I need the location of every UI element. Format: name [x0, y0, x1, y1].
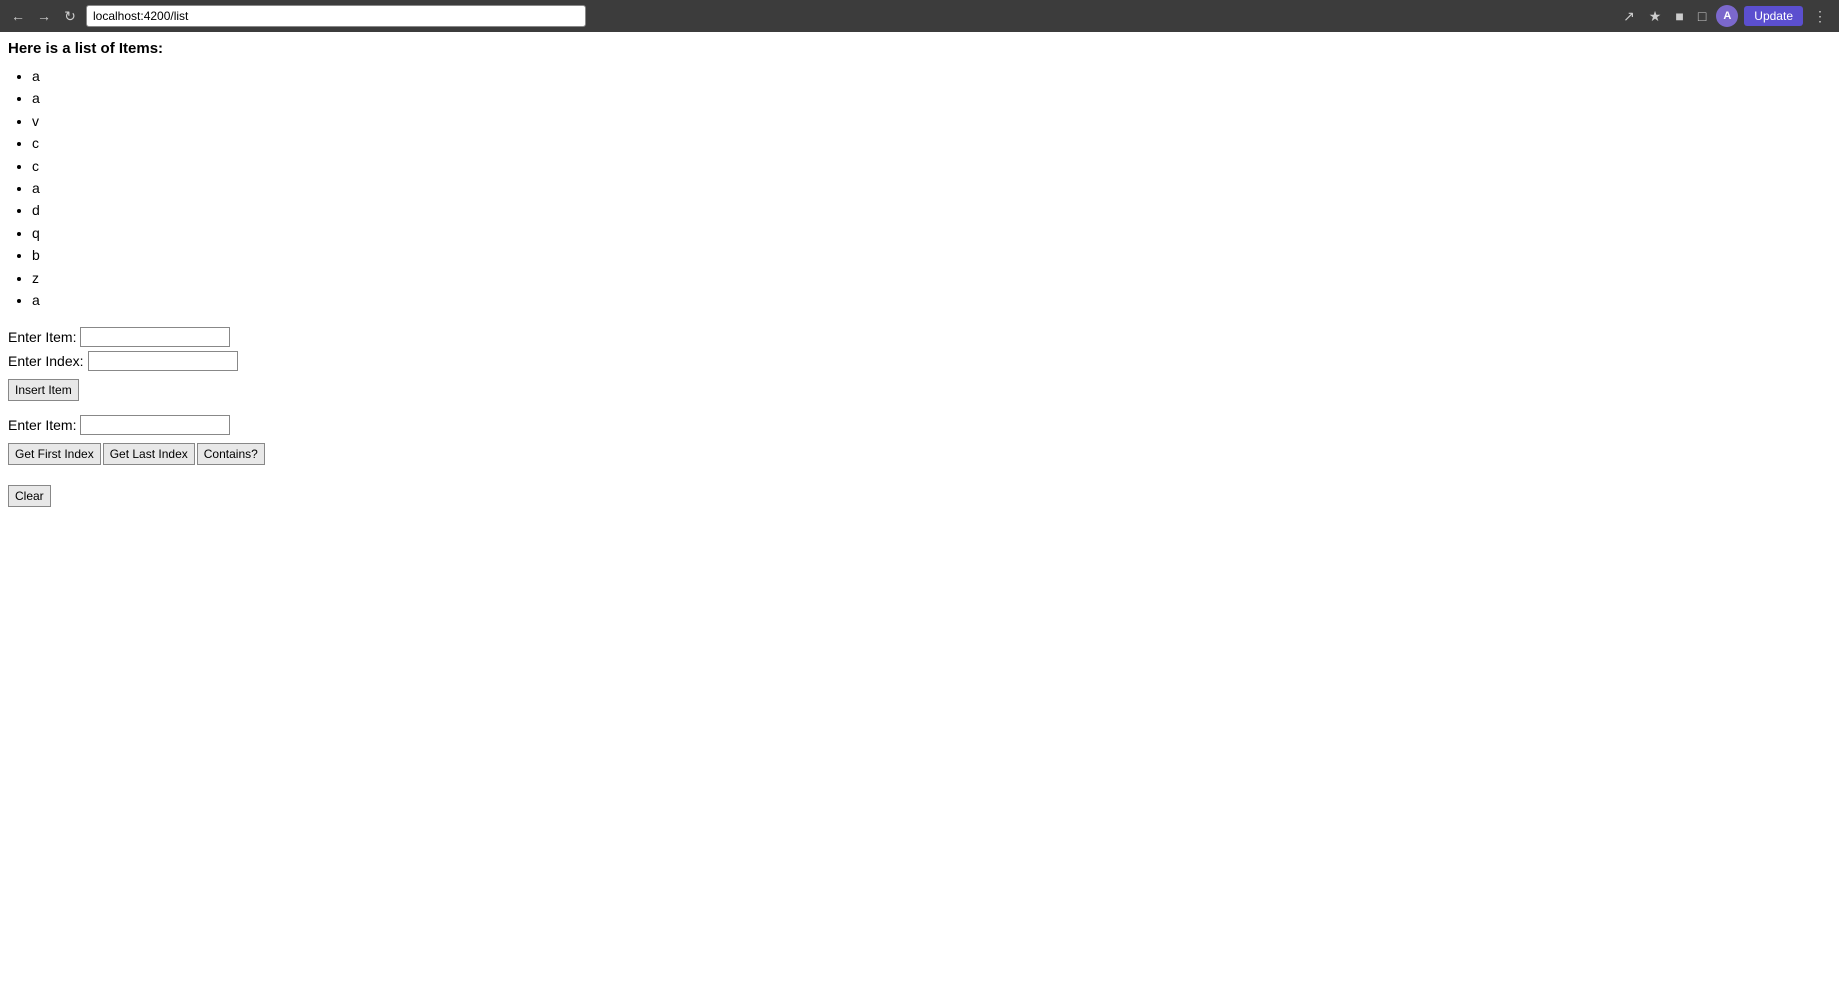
- list-item: c: [32, 132, 1831, 154]
- list-item: c: [32, 155, 1831, 177]
- update-button[interactable]: Update: [1744, 6, 1803, 26]
- get-first-index-button[interactable]: Get First Index: [8, 443, 101, 465]
- search-item-row: Enter Item:: [8, 415, 1831, 435]
- list-item: a: [32, 65, 1831, 87]
- get-last-index-button[interactable]: Get Last Index: [103, 443, 195, 465]
- search-buttons-row: Get First Index Get Last Index Contains?: [8, 439, 1831, 465]
- list-item: a: [32, 87, 1831, 109]
- page-title: Here is a list of Items:: [8, 40, 1831, 57]
- list-item: v: [32, 110, 1831, 132]
- share-icon[interactable]: ↗: [1619, 6, 1639, 27]
- avatar[interactable]: A: [1716, 5, 1738, 27]
- insert-form: Enter Item: Enter Index: Insert Item: [8, 327, 1831, 401]
- menu-icon[interactable]: ⋮: [1809, 6, 1831, 27]
- insert-item-button[interactable]: Insert Item: [8, 379, 79, 401]
- extensions-icon[interactable]: ■: [1671, 6, 1687, 26]
- forward-button[interactable]: →: [34, 6, 54, 26]
- browser-toolbar: ← → ↻ ↗ ★ ■ □ A Update ⋮: [0, 0, 1839, 32]
- clear-button[interactable]: Clear: [8, 485, 51, 507]
- list-item: d: [32, 199, 1831, 221]
- insert-item-input[interactable]: [80, 327, 230, 347]
- list-item: b: [32, 244, 1831, 266]
- list-item: a: [32, 177, 1831, 199]
- search-item-label: Enter Item:: [8, 417, 76, 433]
- search-item-input[interactable]: [80, 415, 230, 435]
- contains-button[interactable]: Contains?: [197, 443, 265, 465]
- back-button[interactable]: ←: [8, 6, 28, 26]
- index-input-row: Enter Index:: [8, 351, 1831, 371]
- profile-icon[interactable]: □: [1694, 6, 1710, 26]
- list-item: q: [32, 222, 1831, 244]
- items-list: aavccadqbza: [8, 65, 1831, 311]
- item-input-row: Enter Item:: [8, 327, 1831, 347]
- list-item: a: [32, 289, 1831, 311]
- page-content: Here is a list of Items: aavccadqbza Ent…: [0, 32, 1839, 515]
- index-label: Enter Index:: [8, 353, 84, 369]
- clear-section: Clear: [8, 481, 1831, 507]
- search-form: Enter Item: Get First Index Get Last Ind…: [8, 415, 1831, 465]
- address-bar[interactable]: [86, 5, 586, 27]
- list-item: z: [32, 267, 1831, 289]
- browser-actions: ↗ ★ ■ □ A Update ⋮: [1619, 5, 1831, 27]
- insert-index-input[interactable]: [88, 351, 238, 371]
- item-label: Enter Item:: [8, 329, 76, 345]
- bookmark-icon[interactable]: ★: [1645, 6, 1666, 27]
- reload-button[interactable]: ↻: [60, 6, 80, 26]
